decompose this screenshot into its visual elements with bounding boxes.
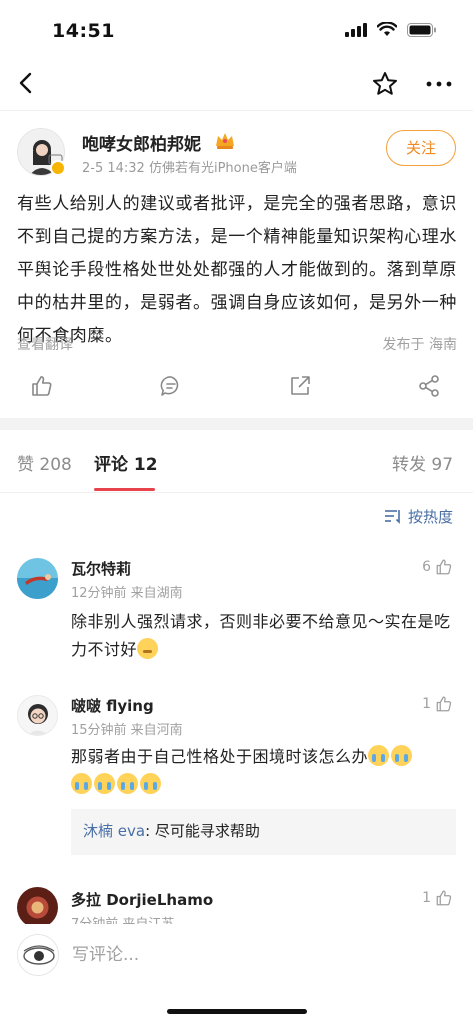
home-indicator bbox=[167, 1009, 307, 1014]
comment-like-button[interactable]: 1 bbox=[422, 889, 453, 907]
crying-emoji-icon bbox=[140, 773, 161, 794]
tab-likes[interactable]: 赞 208 bbox=[17, 450, 72, 475]
commenter-avatar-image bbox=[17, 887, 58, 924]
comment-like-count: 1 bbox=[422, 890, 431, 906]
more-icon[interactable] bbox=[424, 72, 454, 96]
comment-meta: 12分钟前 来自湖南 bbox=[71, 586, 183, 601]
battery-icon bbox=[407, 22, 436, 37]
comment-like-button[interactable]: 6 bbox=[422, 558, 453, 576]
comment-item: 啵啵 flying 15分钟前 来自河南 1 那弱者由于自己性格处于困境时该怎么… bbox=[0, 693, 473, 863]
commenter-name[interactable]: 多拉 DorjieLhamo bbox=[71, 889, 213, 910]
like-icon[interactable] bbox=[30, 374, 54, 398]
post-actions bbox=[0, 370, 473, 406]
post-meta: 2-5 14:32 仿佛若有光iPhone客户端 bbox=[82, 161, 297, 176]
comment-item: 多拉 DorjieLhamo 7分钟前 来自江苏 1 bbox=[0, 885, 473, 924]
crying-emoji-icon bbox=[391, 745, 413, 766]
crying-emoji-icon bbox=[117, 773, 138, 794]
comment-text-content: 除非别人强烈请求，否则非必要不给意见～实在是吃力不讨好 bbox=[71, 612, 451, 659]
post-header: 咆哮女郎柏邦妮 2-5 14:32 仿佛若有光iPhone客户端 关注 bbox=[0, 122, 473, 182]
tabs-divider bbox=[0, 492, 473, 493]
crying-emoji-icon bbox=[94, 773, 115, 794]
comment-text: 那弱者由于自己性格处于困境时该怎么办 bbox=[71, 743, 455, 799]
thinking-emoji-icon bbox=[137, 638, 159, 659]
repost-icon[interactable] bbox=[288, 374, 312, 398]
tab-active-indicator bbox=[94, 488, 155, 491]
section-separator bbox=[0, 418, 473, 430]
thumbs-up-icon bbox=[436, 696, 452, 712]
back-icon[interactable] bbox=[14, 70, 40, 96]
commenter-name[interactable]: 啵啵 flying bbox=[71, 695, 154, 716]
my-avatar[interactable] bbox=[17, 934, 59, 976]
commenter-avatar[interactable] bbox=[17, 558, 58, 599]
status-icons bbox=[345, 22, 437, 37]
status-time: 14:51 bbox=[52, 20, 115, 42]
commenter-avatar[interactable] bbox=[17, 695, 58, 736]
share-icon[interactable] bbox=[417, 374, 441, 398]
comment-like-count: 1 bbox=[422, 696, 431, 712]
signal-icon bbox=[345, 22, 367, 37]
thumbs-up-icon bbox=[436, 890, 452, 906]
favorite-star-icon[interactable] bbox=[371, 70, 399, 98]
nav-bar bbox=[0, 60, 473, 108]
comment-like-button[interactable]: 1 bbox=[422, 695, 453, 713]
commenter-avatar[interactable] bbox=[17, 887, 58, 924]
post-footer: 查看翻译 发布于 海南 bbox=[17, 334, 457, 354]
status-bar: 14:51 bbox=[0, 0, 473, 60]
comment-text: 除非别人强烈请求，否则非必要不给意见～实在是吃力不讨好 bbox=[71, 608, 455, 664]
author-name[interactable]: 咆哮女郎柏邦妮 bbox=[82, 130, 201, 155]
comment-meta: 15分钟前 来自河南 bbox=[71, 723, 183, 738]
reply-text: : 尽可能寻求帮助 bbox=[145, 822, 260, 840]
comment-like-count: 6 bbox=[422, 559, 431, 575]
wifi-icon bbox=[377, 22, 397, 36]
engagement-tabs: 赞 208 评论 12 转发 97 bbox=[0, 440, 473, 492]
translate-link[interactable]: 查看翻译 bbox=[17, 334, 73, 354]
comment-meta: 7分钟前 来自江苏 bbox=[71, 913, 174, 924]
thumbs-up-icon bbox=[436, 559, 452, 575]
reply-preview[interactable]: 沐楠 eva: 尽可能寻求帮助 bbox=[71, 809, 456, 855]
sort-toggle[interactable]: 按热度 bbox=[384, 506, 453, 526]
post-body: 有些人给别人的建议或者批评，是完全的强者思路，意识不到自己提的方案方法，是一个精… bbox=[17, 194, 457, 346]
my-avatar-image bbox=[18, 935, 58, 975]
commenter-name[interactable]: 瓦尔特莉 bbox=[71, 558, 131, 579]
follow-button[interactable]: 关注 bbox=[386, 130, 456, 166]
crown-icon bbox=[216, 133, 234, 149]
header-divider bbox=[0, 110, 473, 111]
tab-reposts[interactable]: 转发 97 bbox=[392, 450, 453, 475]
crying-emoji-icon bbox=[368, 745, 390, 766]
reply-username[interactable]: 沐楠 eva bbox=[83, 822, 145, 840]
verified-badge-icon bbox=[50, 160, 66, 176]
crying-emoji-icon bbox=[71, 773, 92, 794]
published-location: 发布于 海南 bbox=[382, 337, 457, 353]
sort-icon bbox=[385, 510, 400, 524]
comment-input[interactable]: 写评论... bbox=[72, 938, 452, 972]
comment-item: 瓦尔特莉 12分钟前 来自湖南 6 除非别人强烈请求，否则非必要不给意见～实在是… bbox=[0, 556, 473, 666]
comment-icon[interactable] bbox=[159, 374, 183, 398]
comment-text-content: 那弱者由于自己性格处于困境时该怎么办 bbox=[71, 747, 369, 766]
comment-composer-bar: 写评论... bbox=[0, 924, 473, 1024]
sort-label: 按热度 bbox=[408, 507, 454, 526]
tab-comments[interactable]: 评论 12 bbox=[94, 450, 158, 475]
commenter-avatar-image bbox=[17, 558, 58, 599]
commenter-avatar-image bbox=[18, 696, 57, 735]
